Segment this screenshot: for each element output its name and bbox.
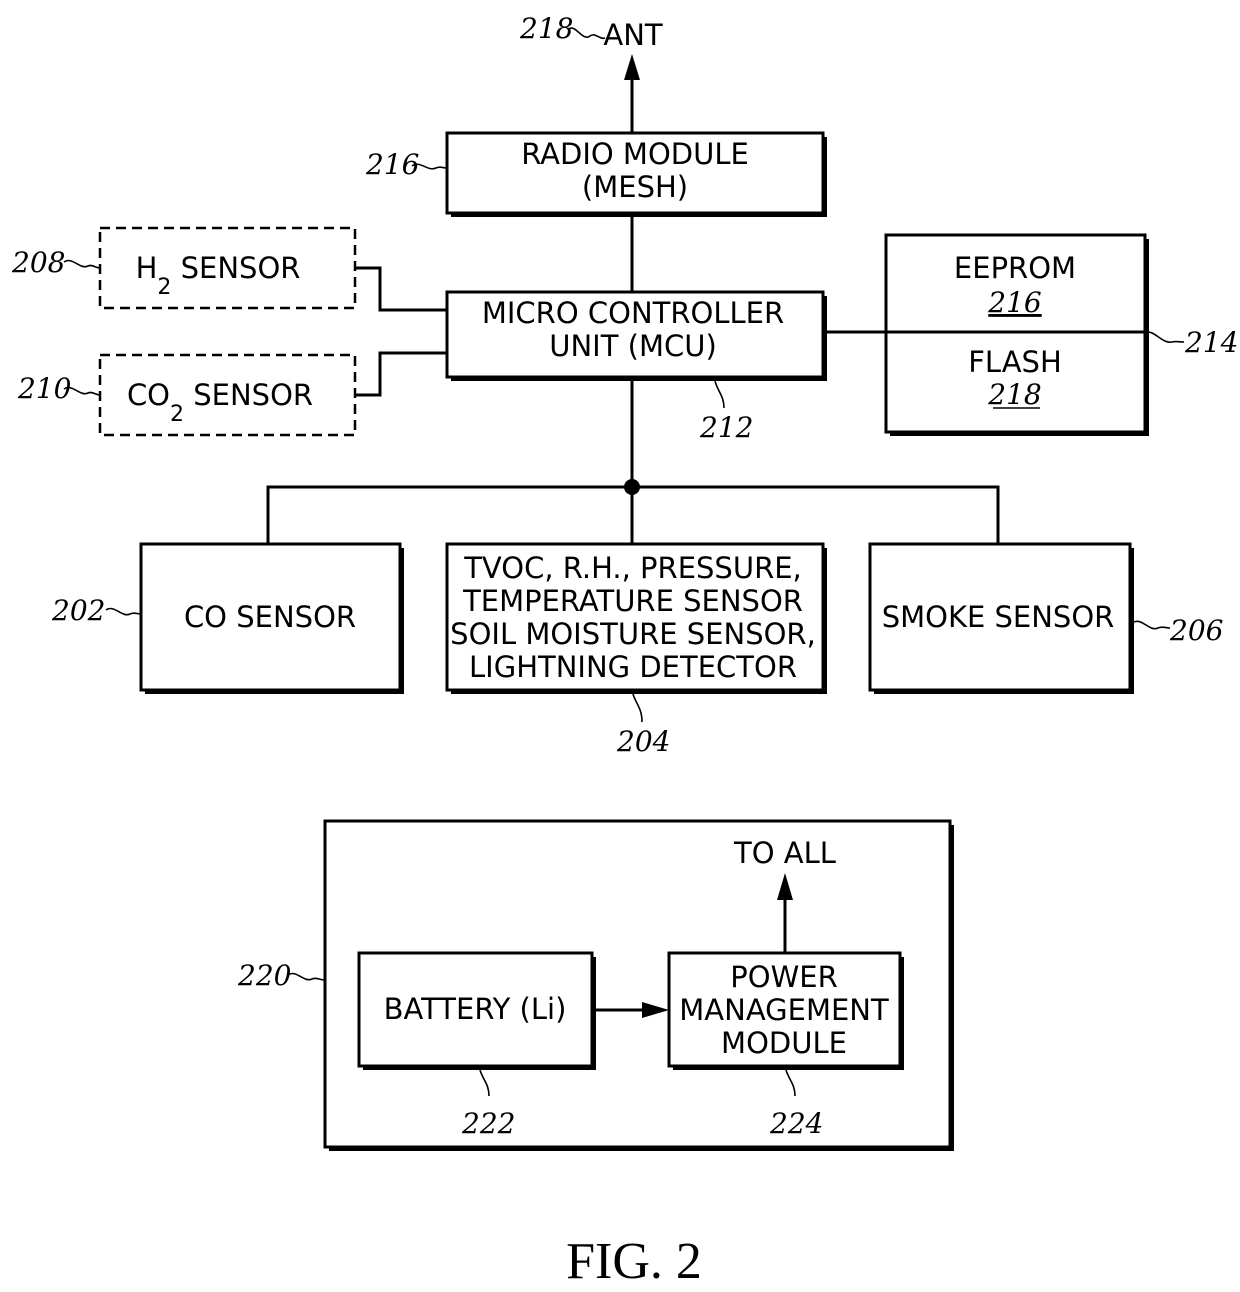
co2-mcu-link xyxy=(355,351,447,397)
power-management-line-3: MODULE xyxy=(721,1026,847,1060)
antenna-leader xyxy=(567,27,606,40)
battery-ref: 222 xyxy=(461,1107,515,1140)
memory-leader xyxy=(1144,331,1185,343)
h2-sensor-block: H2 SENSOR 208 xyxy=(11,226,447,312)
power-management-line-1: POWER xyxy=(730,960,837,994)
radio-module-block: RADIO MODULE (MESH) 216 xyxy=(365,131,827,217)
power-section-leader xyxy=(287,972,326,981)
mcu-leader xyxy=(714,380,725,409)
smoke-sensor-block: SMOKE SENSOR 206 xyxy=(868,542,1223,694)
eeprom-ref: 216 xyxy=(987,286,1041,319)
radio-module-ref: 216 xyxy=(365,148,419,181)
multi-sensor-ref: 204 xyxy=(616,725,670,758)
flash-label: FLASH xyxy=(968,345,1062,379)
co-sensor-label: CO SENSOR xyxy=(184,600,356,634)
multi-sensor-line-3: SOIL MOISTURE SENSOR, xyxy=(450,617,816,651)
power-section-ref: 220 xyxy=(237,959,291,992)
co2-sensor-block: CO2 SENSOR 210 xyxy=(17,351,447,437)
smoke-sensor-ref: 206 xyxy=(1169,614,1223,647)
to-all-label: TO ALL xyxy=(733,836,836,870)
mcu-block: MICRO CONTROLLER UNIT (MCU) 212 xyxy=(445,290,827,444)
antenna-label: ANT xyxy=(603,18,663,52)
multi-sensor-block: TVOC, R.H., PRESSURE, TEMPERATURE SENSOR… xyxy=(445,542,827,758)
power-section: 220 BATTERY (Li) 222 POWER MANAGEMENT MO… xyxy=(237,819,954,1151)
co-sensor-leader xyxy=(105,607,142,616)
multi-sensor-line-4: LIGHTNING DETECTOR xyxy=(469,650,797,684)
bus-junction-dot xyxy=(624,479,640,495)
smoke-sensor-leader xyxy=(1133,620,1171,630)
mcu-label-line2: UNIT (MCU) xyxy=(549,329,717,363)
memory-ref: 214 xyxy=(1184,326,1238,359)
h2-sensor-ref: 208 xyxy=(11,246,65,279)
multi-sensor-line-1: TVOC, R.H., PRESSURE, xyxy=(463,551,802,585)
antenna-arrowhead xyxy=(624,54,640,80)
smoke-sensor-label: SMOKE SENSOR xyxy=(882,600,1115,634)
block-diagram: ANT 218 RADIO MODULE (MESH) 216 MICRO CO… xyxy=(11,12,1238,1290)
multi-sensor-leader xyxy=(632,693,643,723)
radio-module-label-line1: RADIO MODULE xyxy=(521,137,749,171)
power-management-ref: 224 xyxy=(769,1107,823,1140)
h2-sensor-leader xyxy=(63,259,101,269)
antenna-ref: 218 xyxy=(519,12,573,45)
antenna-output: ANT 218 xyxy=(519,12,663,133)
power-management-line-2: MANAGEMENT xyxy=(679,993,889,1027)
figure-caption: FIG. 2 xyxy=(566,1233,702,1290)
co-sensor-block: CO SENSOR 202 xyxy=(51,542,404,694)
co2-sensor-ref: 210 xyxy=(17,372,71,405)
radio-module-label-line2: (MESH) xyxy=(582,170,688,204)
flash-ref: 218 xyxy=(987,378,1041,411)
multi-sensor-line-2: TEMPERATURE SENSOR xyxy=(462,584,803,618)
h2-mcu-link xyxy=(355,266,447,312)
battery-label: BATTERY (Li) xyxy=(384,992,567,1026)
eeprom-label: EEPROM xyxy=(954,251,1076,285)
mcu-ref: 212 xyxy=(699,411,753,444)
co-sensor-ref: 202 xyxy=(51,594,105,627)
mcu-label-line1: MICRO CONTROLLER xyxy=(482,296,784,330)
memory-block: EEPROM 216 FLASH 218 214 xyxy=(823,233,1238,436)
